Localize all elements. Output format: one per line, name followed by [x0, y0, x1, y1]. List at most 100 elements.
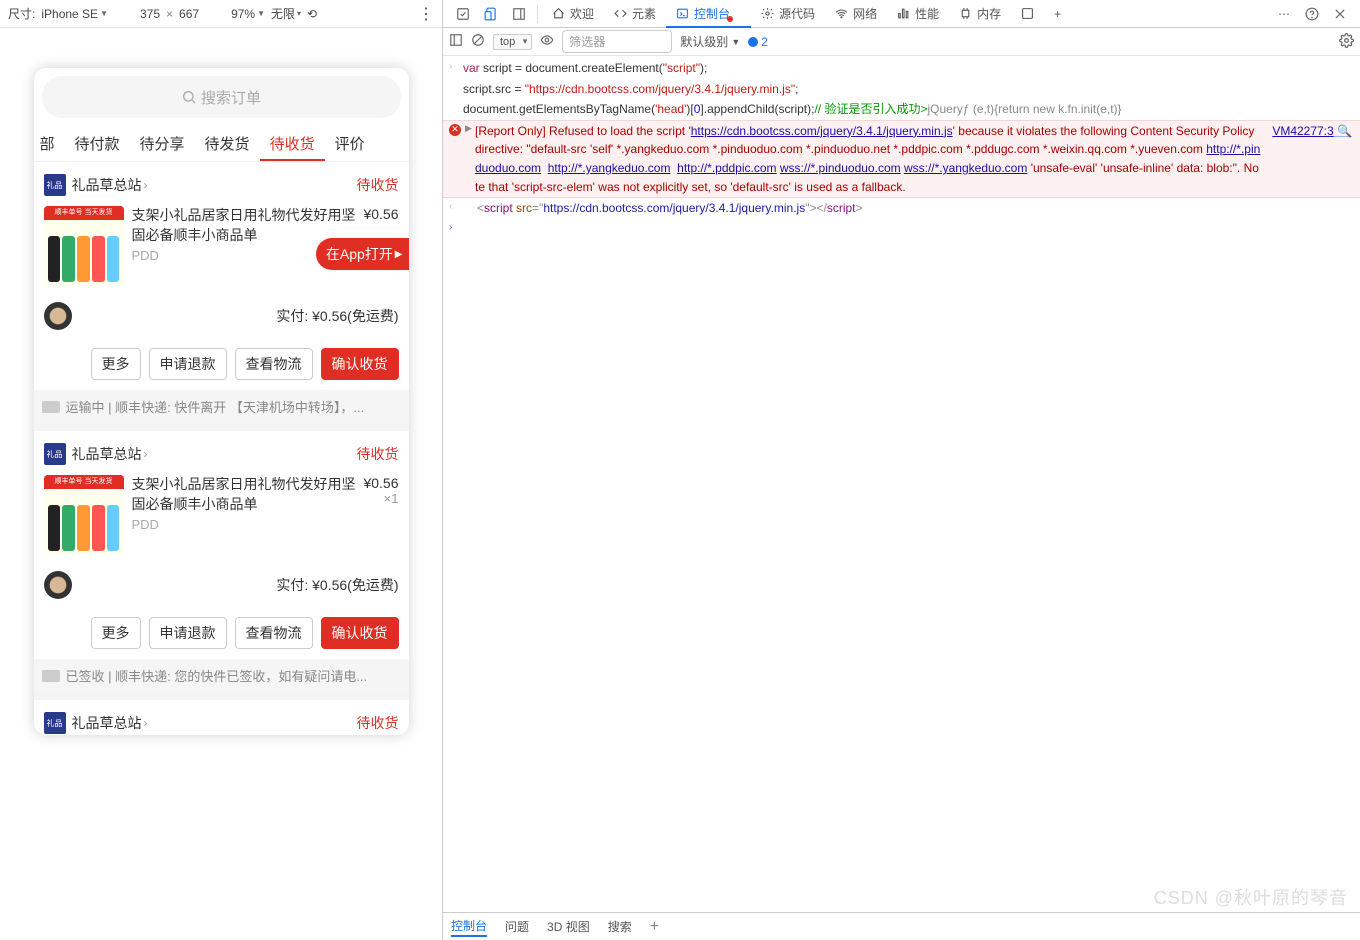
more-icon[interactable]: ⋯: [1270, 0, 1298, 28]
tab-add[interactable]: +: [1044, 0, 1071, 28]
shop-logo: 礼品: [44, 712, 66, 734]
dock-icon[interactable]: [505, 0, 533, 28]
product-title: 支架小礼品居家日用礼物代发好用坚固必备顺丰小商品单: [132, 475, 364, 514]
filter-input[interactable]: 筛选器: [562, 30, 672, 53]
tab-welcome[interactable]: 欢迎: [542, 0, 604, 28]
console-error: ✕▶ [Report Only] Refused to load the scr…: [443, 120, 1360, 198]
order-action-button[interactable]: 查看物流: [235, 348, 313, 380]
order-tab[interactable]: 部: [34, 126, 65, 161]
search-input[interactable]: 搜索订单: [42, 76, 401, 118]
order-action-button[interactable]: 申请退款: [149, 617, 227, 649]
dimension-x: ×: [166, 7, 173, 21]
order-card: 礼品礼品草总站›待收货 顺丰单号 当天发货 支架小礼品居家日用礼物代发好 ¥0.…: [34, 700, 409, 735]
device-toolbar: 尺寸: iPhone SE▼ 375 × 667 97%▼ 无限▾ ⟲ ⋮: [0, 0, 442, 28]
footer-3d[interactable]: 3D 视图: [547, 918, 590, 935]
context-select[interactable]: top: [493, 34, 532, 50]
order-tab[interactable]: 评价: [325, 126, 375, 161]
tab-network[interactable]: 网络: [825, 0, 887, 28]
width-input[interactable]: 375: [140, 7, 160, 21]
footer-search[interactable]: 搜索: [608, 918, 632, 935]
close-icon[interactable]: [1326, 0, 1354, 28]
level-select[interactable]: 默认级别▼: [680, 33, 740, 50]
shop-logo: 礼品: [44, 174, 66, 196]
order-action-button[interactable]: 更多: [91, 348, 141, 380]
product-price: ¥0.56: [363, 206, 398, 222]
shop-logo: 礼品: [44, 443, 66, 465]
device-toggle-icon[interactable]: [477, 0, 505, 28]
devtools-tabs: 欢迎 元素 控制台 源代码 网络 性能 内存 + ⋯: [443, 0, 1360, 28]
order-action-button[interactable]: 确认收货: [321, 348, 399, 380]
help-icon[interactable]: [1298, 0, 1326, 28]
info-count[interactable]: 2: [748, 35, 768, 49]
product-qty: ×1: [363, 491, 398, 506]
clear-console-icon[interactable]: [471, 33, 485, 50]
shop-name[interactable]: 礼品草总站: [72, 713, 142, 733]
shop-name[interactable]: 礼品草总站: [72, 444, 142, 464]
settings-icon[interactable]: [1339, 33, 1354, 51]
tab-memory[interactable]: 内存: [949, 0, 1011, 28]
tab-app[interactable]: [1011, 0, 1044, 28]
search-icon: [181, 89, 197, 105]
order-action-button[interactable]: 查看物流: [235, 617, 313, 649]
order-tab[interactable]: 待付款: [65, 126, 130, 161]
order-status: 待收货: [357, 444, 399, 464]
console-output[interactable]: ›var script = document.createElement("sc…: [443, 56, 1360, 912]
sidebar-toggle-icon[interactable]: [449, 33, 463, 50]
order-action-button[interactable]: 申请退款: [149, 348, 227, 380]
devtools-footer: 控制台 问题 3D 视图 搜索 +: [443, 912, 1360, 940]
more-menu-icon[interactable]: ⋮: [418, 4, 434, 24]
console-line: document.getElementsByTagName('head')[0]…: [443, 99, 1360, 120]
error-icon: ✕: [449, 124, 461, 136]
product-thumb[interactable]: 顺丰单号 当天发货: [44, 206, 124, 286]
chevron-right-icon: ›: [144, 716, 148, 730]
chevron-right-icon: ›: [144, 178, 148, 192]
chevron-right-icon: ›: [144, 447, 148, 461]
height-input[interactable]: 667: [179, 7, 199, 21]
shipping-info[interactable]: 已签收 | 顺丰快递: 您的快件已签收，如有疑问请电...: [34, 659, 409, 692]
search-icon[interactable]: 🔍: [1337, 124, 1352, 138]
shop-name[interactable]: 礼品草总站: [72, 175, 142, 195]
order-tab[interactable]: 待分享: [130, 126, 195, 161]
zoom-select[interactable]: 97%▼: [231, 7, 265, 21]
console-line: script.src = "https://cdn.bootcss.com/jq…: [443, 79, 1360, 100]
order-action-button[interactable]: 更多: [91, 617, 141, 649]
console-return: ‹<script src="https://cdn.bootcss.com/jq…: [443, 198, 1360, 219]
open-in-app-button[interactable]: 在App打开▶: [316, 238, 409, 270]
console-prompt[interactable]: ›: [443, 219, 1360, 221]
device-select[interactable]: iPhone SE▼: [41, 7, 108, 21]
order-tab[interactable]: 待收货: [260, 126, 325, 161]
footer-issues[interactable]: 问题: [505, 918, 529, 935]
device-viewport: 搜索订单 部待付款待分享待发货待收货评价 礼品礼品草总站›待收货 顺丰单号 当天…: [0, 28, 442, 940]
tab-performance[interactable]: 性能: [887, 0, 949, 28]
order-card: 礼品礼品草总站› 待收货 顺丰单号 当天发货 支架小礼品居家日用礼物代发好用坚固必…: [34, 431, 409, 700]
console-line: ›var script = document.createElement("sc…: [443, 58, 1360, 79]
footer-console[interactable]: 控制台: [451, 917, 487, 937]
device-frame: 搜索订单 部待付款待分享待发货待收货评价 礼品礼品草总站›待收货 顺丰单号 当天…: [34, 68, 409, 735]
product-price: ¥0.56: [363, 475, 398, 491]
rotate-icon[interactable]: ⟲: [307, 7, 317, 21]
tab-elements[interactable]: 元素: [604, 0, 666, 28]
tab-sources[interactable]: 源代码: [751, 0, 825, 28]
shipping-info[interactable]: 运输中 | 顺丰快递: 快件离开 【天津机场中转场】，...: [34, 390, 409, 423]
console-toolbar: top 筛选器 默认级别▼ 2: [443, 28, 1360, 56]
eye-icon[interactable]: [540, 33, 554, 50]
order-action-button[interactable]: 确认收货: [321, 617, 399, 649]
inspect-icon[interactable]: [449, 0, 477, 28]
watermark: CSDN @秋叶原的琴音: [1154, 884, 1348, 910]
order-tabs: 部待付款待分享待发货待收货评价: [34, 126, 409, 162]
order-total: 实付: ¥0.56(免运费): [276, 306, 398, 326]
avatar: [44, 302, 72, 330]
order-total: 实付: ¥0.56(免运费): [276, 575, 398, 595]
order-status: 待收货: [357, 713, 399, 733]
order-card: 礼品礼品草总站›待收货 顺丰单号 当天发货 支架小礼品居家日用礼物代发好用坚固必…: [34, 162, 409, 431]
footer-add[interactable]: +: [650, 918, 659, 936]
truck-icon: [42, 670, 60, 682]
order-status: 待收货: [357, 175, 399, 195]
throttle-select[interactable]: 无限▾: [271, 5, 301, 22]
order-tab[interactable]: 待发货: [195, 126, 260, 161]
tab-console[interactable]: 控制台: [666, 0, 751, 28]
truck-icon: [42, 401, 60, 413]
product-thumb[interactable]: 顺丰单号 当天发货: [44, 475, 124, 555]
source-link[interactable]: VM42277:3: [1272, 124, 1333, 138]
avatar: [44, 571, 72, 599]
